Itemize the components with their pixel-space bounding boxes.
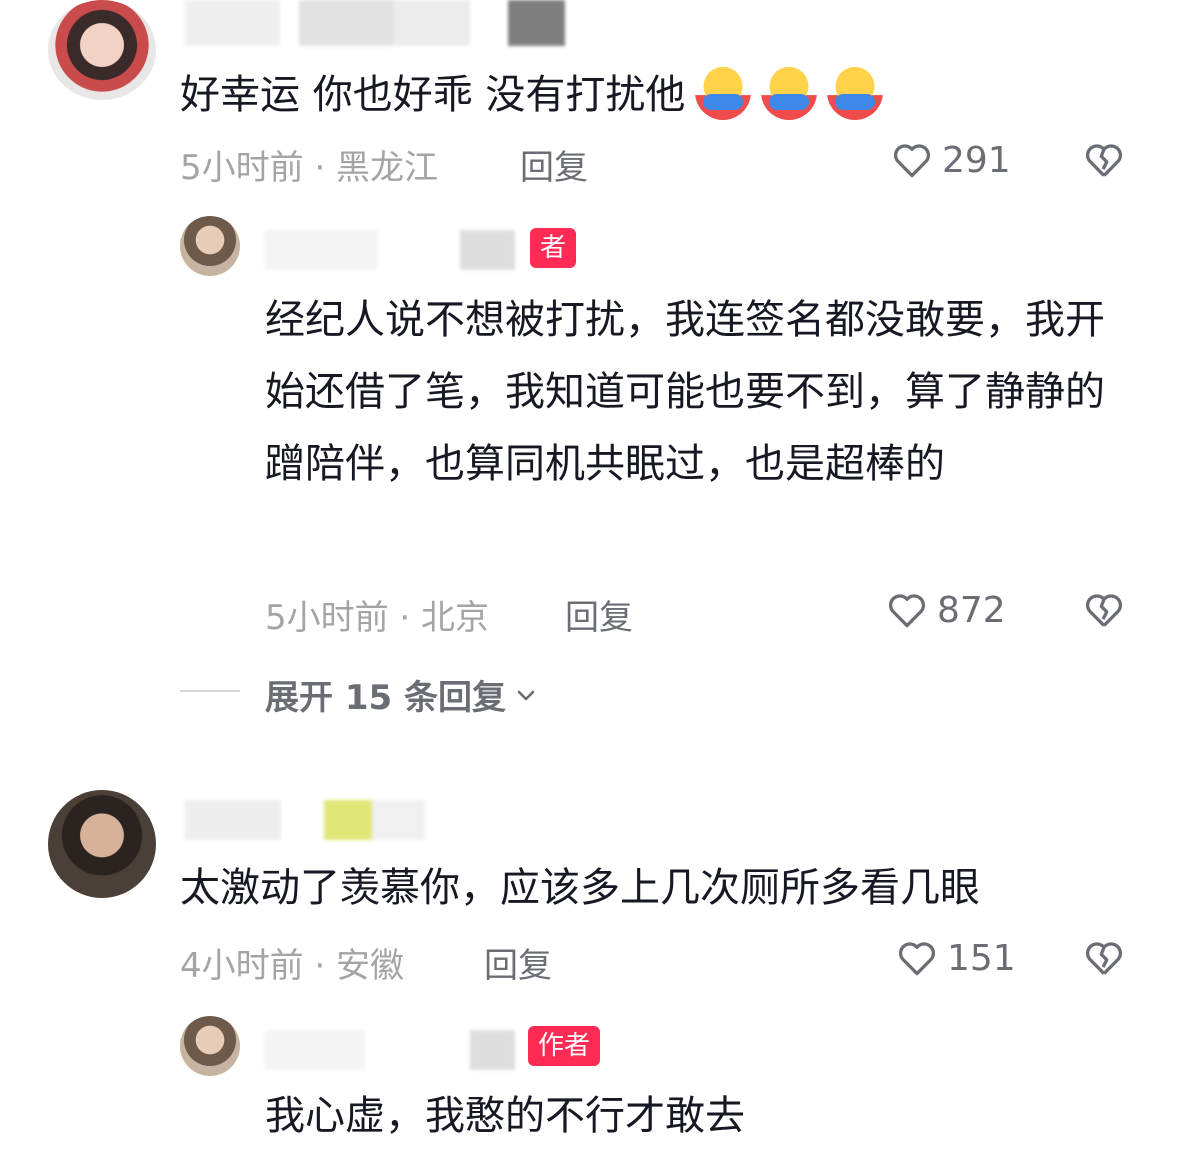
heart-outline-icon bbox=[898, 942, 936, 976]
reply-button[interactable]: 回复 bbox=[484, 938, 552, 987]
comment-text: 好幸运 你也好乖 没有打扰他 bbox=[180, 64, 884, 120]
author-avatar[interactable] bbox=[180, 216, 240, 276]
like-button[interactable]: 291 bbox=[890, 138, 1011, 182]
broken-heart-icon[interactable] bbox=[1082, 936, 1126, 980]
username-redacted[interactable] bbox=[265, 1030, 515, 1070]
like-count: 872 bbox=[937, 589, 1006, 631]
reply-button[interactable]: 回复 bbox=[565, 590, 633, 639]
comment-meta: 4小时前 · 安徽 bbox=[180, 946, 405, 986]
comment-meta: 5小时前 · 黑龙江 bbox=[180, 148, 439, 188]
broken-heart-icon[interactable] bbox=[1082, 588, 1126, 632]
author-avatar[interactable] bbox=[180, 1016, 240, 1076]
divider-line bbox=[180, 690, 240, 692]
comment-text-content: 好幸运 你也好乖 没有打扰他 bbox=[180, 72, 686, 118]
hugging-face-emoji-icon bbox=[761, 64, 818, 120]
comment-text: 太激动了羡慕你，应该多上几次厕所多看几眼 bbox=[180, 865, 980, 911]
username-redacted[interactable] bbox=[185, 800, 425, 840]
like-button[interactable]: 151 bbox=[895, 936, 1016, 980]
username-redacted[interactable] bbox=[185, 0, 565, 46]
reply-button[interactable]: 回复 bbox=[520, 140, 588, 189]
broken-heart-icon[interactable] bbox=[1082, 138, 1126, 182]
commenter-avatar[interactable] bbox=[48, 0, 156, 100]
heart-outline-icon bbox=[888, 594, 926, 628]
author-badge: 作者 bbox=[528, 1026, 601, 1066]
like-count: 151 bbox=[947, 937, 1016, 979]
hugging-face-emoji-icon bbox=[827, 64, 884, 120]
chevron-down-icon bbox=[517, 690, 535, 700]
commenter-avatar[interactable] bbox=[48, 790, 156, 898]
reply-text: 经纪人说不想被打扰，我连签名都没敢要，我开始还借了笔，我知道可能也要不到，算了静… bbox=[265, 297, 1105, 487]
reply-meta: 5小时前 · 北京 bbox=[265, 598, 490, 638]
hugging-face-emoji-icon bbox=[695, 64, 752, 120]
expand-replies-label: 展开 15 条回复 bbox=[265, 678, 506, 718]
like-count: 291 bbox=[942, 139, 1011, 181]
reply-text: 我心虚，我憨的不行才敢去 bbox=[265, 1093, 745, 1139]
heart-outline-icon bbox=[893, 144, 931, 178]
expand-replies-button[interactable]: 展开 15 条回复 bbox=[265, 670, 538, 719]
author-badge: 者 bbox=[530, 228, 577, 268]
like-button[interactable]: 872 bbox=[885, 588, 1006, 632]
username-redacted[interactable] bbox=[265, 230, 515, 270]
